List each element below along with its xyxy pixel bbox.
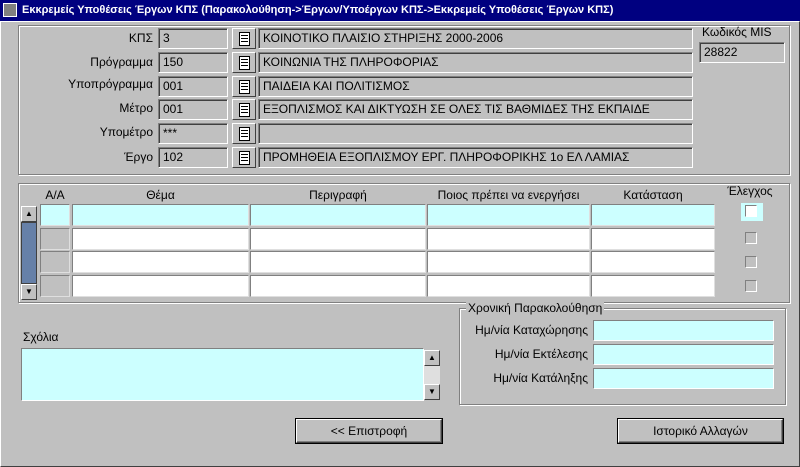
mis-label: Κωδικός MIS (702, 25, 772, 39)
date-execution-label: Ημ/νία Εκτέλεσης (494, 347, 588, 361)
row3-perigrafi-cell[interactable] (250, 251, 426, 273)
comments-scroll-down-button[interactable]: ▼ (424, 384, 440, 400)
row3-elegxos-checkbox[interactable] (745, 256, 757, 268)
row4-poios-cell[interactable] (427, 275, 590, 297)
row4-thema-cell[interactable] (72, 275, 249, 297)
ypoprogramma-description-field[interactable]: ΠΑΙΔΕΙΑ ΚΑΙ ΠΟΛΙΤΙΣΜΟΣ (258, 76, 693, 97)
ergo-code-field[interactable]: 102 (158, 147, 228, 168)
kps-description-field[interactable]: ΚΟΙΝΟΤΙΚΟ ΠΛΑΙΣΙΟ ΣΤΗΡΙΞΗΣ 2000-2006 (258, 28, 693, 49)
col-header-poios: Ποιος πρέπει να ενεργήσει (437, 188, 580, 202)
app-icon (3, 3, 17, 17)
ypometro-lov-button[interactable] (232, 123, 256, 144)
list-of-values-icon (239, 56, 250, 70)
row2-perigrafi-cell[interactable] (250, 228, 426, 250)
date-completion-label: Ημ/νία Κατάληξης (493, 371, 588, 385)
ergo-lov-button[interactable] (232, 147, 256, 168)
window-titlebar[interactable]: Εκκρεμείς Υποθέσεις Έργων ΚΠΣ (Παρακολού… (0, 0, 800, 21)
list-of-values-icon (239, 32, 250, 46)
ergo-description-field[interactable]: ΠΡΟΜΗΘΕΙΑ ΕΞΟΠΛΙΣΜΟΥ ΕΡΓ. ΠΛΗΡΟΦΟΡΙΚΗΣ 1… (258, 147, 693, 168)
kps-code-field[interactable]: 3 (158, 28, 228, 49)
row1-perigrafi-cell[interactable] (250, 204, 426, 226)
row4-katastasi-cell[interactable] (591, 275, 715, 297)
grid-scroll-thumb[interactable] (21, 222, 37, 284)
ypometro-description-field[interactable] (258, 123, 693, 144)
row1-aa-cell[interactable] (40, 204, 70, 226)
list-of-values-icon (239, 151, 250, 165)
metro-description-field[interactable]: ΕΞΟΠΛΙΣΜΟΣ ΚΑΙ ΔΙΚΤΥΩΣΗ ΣΕ ΟΛΕΣ ΤΙΣ ΒΑΘΜ… (258, 99, 693, 120)
ergo-label: Έργο (124, 150, 153, 164)
row1-poios-cell[interactable] (427, 204, 590, 226)
col-header-thema: Θέμα (146, 188, 175, 202)
ypoprogramma-lov-button[interactable] (232, 76, 256, 97)
ypometro-code-field[interactable]: *** (158, 123, 228, 144)
col-header-aa: Α/Α (45, 188, 65, 202)
date-execution-field[interactable] (593, 344, 774, 365)
kps-lov-button[interactable] (232, 28, 256, 49)
row2-katastasi-cell[interactable] (591, 228, 715, 250)
ypoprogramma-code-field[interactable]: 001 (158, 76, 228, 97)
col-header-perigrafi: Περιγραφή (309, 188, 367, 202)
kps-label: ΚΠΣ (128, 31, 153, 45)
row4-aa-cell[interactable] (40, 275, 70, 297)
list-of-values-icon (239, 80, 250, 94)
row1-elegxos-checkbox[interactable] (745, 205, 757, 217)
list-of-values-icon (239, 103, 250, 117)
programma-lov-button[interactable] (232, 52, 256, 73)
metro-code-field[interactable]: 001 (158, 99, 228, 120)
grid-scroll-up-button[interactable]: ▲ (21, 206, 37, 222)
row2-aa-cell[interactable] (40, 228, 70, 250)
metro-label: Μέτρο (119, 101, 153, 115)
row4-elegxos-checkbox[interactable] (745, 280, 757, 292)
timeline-title: Χρονική Παρακολούθηση (466, 301, 605, 315)
back-button[interactable]: << Επιστροφή (296, 419, 442, 443)
date-completion-field[interactable] (593, 368, 774, 389)
window-title: Εκκρεμείς Υποθέσεις Έργων ΚΠΣ (Παρακολού… (22, 4, 614, 16)
metro-lov-button[interactable] (232, 99, 256, 120)
grid-scroll-down-button[interactable]: ▼ (21, 284, 37, 300)
row3-thema-cell[interactable] (72, 251, 249, 273)
row3-aa-cell[interactable] (40, 251, 70, 273)
row3-poios-cell[interactable] (427, 251, 590, 273)
mis-code-field[interactable]: 28822 (699, 42, 785, 63)
row1-thema-cell[interactable] (72, 204, 249, 226)
ypoprogramma-label: Υποπρόγραμμα (68, 77, 153, 91)
col-header-elegxos: Έλεγχος (727, 184, 773, 198)
ypometro-label: Υπομέτρο (99, 125, 153, 139)
programma-label: Πρόγραμμα (90, 55, 153, 69)
col-header-katastasi: Κατάσταση (623, 188, 683, 202)
date-registration-label: Ημ/νία Καταχώρησης (475, 323, 588, 337)
row2-elegxos-checkbox[interactable] (745, 232, 757, 244)
row1-katastasi-cell[interactable] (591, 204, 715, 226)
change-history-button[interactable]: Ιστορικό Αλλαγών (618, 419, 783, 443)
comments-scroll-up-button[interactable]: ▲ (424, 350, 440, 366)
comments-label: Σχόλια (23, 330, 59, 344)
row2-poios-cell[interactable] (427, 228, 590, 250)
row4-perigrafi-cell[interactable] (250, 275, 426, 297)
programma-code-field[interactable]: 150 (158, 52, 228, 73)
programma-description-field[interactable]: ΚΟΙΝΩΝΙΑ ΤΗΣ ΠΛΗΡΟΦΟΡΙΑΣ (258, 52, 693, 73)
date-registration-field[interactable] (593, 320, 774, 341)
row3-katastasi-cell[interactable] (591, 251, 715, 273)
row2-thema-cell[interactable] (72, 228, 249, 250)
list-of-values-icon (239, 127, 250, 141)
comments-textarea[interactable] (21, 348, 424, 401)
